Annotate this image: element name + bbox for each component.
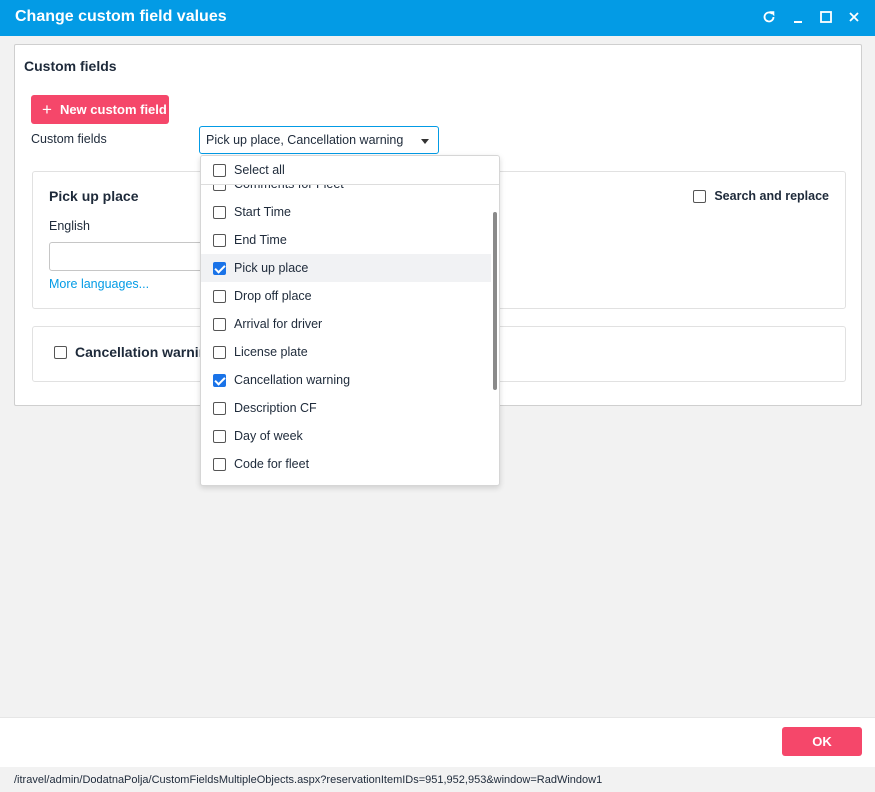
dropdown-scrollbar[interactable] (493, 212, 497, 390)
status-bar: /itravel/admin/DodatnaPolja/CustomFields… (0, 767, 875, 792)
dropdown-option-label: License plate (234, 345, 308, 359)
dialog-footer: OK (0, 717, 875, 767)
checkbox-icon (213, 345, 226, 359)
dropdown-option[interactable]: Drop off place (201, 282, 491, 310)
checkbox-icon (213, 289, 226, 303)
caret-down-icon (421, 139, 429, 144)
checkbox-icon (213, 429, 226, 443)
close-icon[interactable] (843, 6, 865, 28)
ok-button[interactable]: OK (782, 727, 862, 756)
dropdown-option-label: Description CF (234, 401, 317, 415)
dropdown-option-label: Day of week (234, 429, 303, 443)
dropdown-option-label: Pick up place (234, 261, 309, 275)
dropdown-option[interactable]: End Time (201, 226, 491, 254)
minimize-icon[interactable] (787, 6, 809, 28)
pick-up-place-heading: Pick up place (49, 188, 139, 204)
dropdown-option-label: Arrival for driver (234, 317, 323, 331)
dropdown-option-label: Start Time (234, 205, 291, 219)
dropdown-options-list: Comments for Fleet Start Time End Time P… (201, 170, 491, 487)
dropdown-option[interactable]: Day of week (201, 422, 491, 450)
dropdown-option[interactable]: Description CF (201, 394, 491, 422)
checkbox-icon (213, 205, 226, 219)
cancellation-warning-label: Cancellation warning (75, 344, 216, 360)
select-all-option[interactable]: Select all (201, 156, 499, 185)
window-title: Change custom field values (15, 8, 227, 25)
language-label: English (49, 219, 90, 233)
checkbox-icon (213, 163, 226, 177)
checkbox-icon (213, 486, 226, 487)
dropdown-option[interactable]: Code for fleet (201, 450, 491, 478)
panel-title: Custom fields (24, 58, 117, 74)
dropdown-option[interactable]: Start Time (201, 198, 491, 226)
dropdown-option[interactable]: Cancellation warning (201, 366, 491, 394)
checkbox-icon (693, 189, 707, 203)
dropdown-option[interactable]: License plate (201, 338, 491, 366)
dropdown-option-label: Code for fleet (234, 457, 310, 471)
new-custom-field-label: New custom field (59, 102, 167, 117)
dropdown-option-label: End Time (234, 233, 287, 247)
checkbox-icon (213, 401, 226, 415)
pick-up-place-input[interactable] (49, 242, 209, 271)
checkbox-icon (213, 233, 226, 247)
status-url: /itravel/admin/DodatnaPolja/CustomFields… (14, 774, 603, 786)
search-and-replace-label: Search and replace (714, 189, 829, 203)
dropdown-option[interactable]: Pick up place (201, 254, 491, 282)
checkbox-icon (213, 317, 226, 331)
refresh-icon[interactable] (758, 6, 780, 28)
plus-icon: + (42, 100, 52, 119)
new-custom-field-button[interactable]: + New custom field (31, 95, 169, 124)
custom-fields-select-value: Pick up place, Cancellation warning (206, 133, 404, 147)
select-all-label: Select all (234, 163, 285, 177)
dropdown-option-label: Drop off place (234, 289, 312, 303)
cancellation-warning-checkbox[interactable]: Cancellation warning (54, 344, 216, 360)
checkbox-icon (54, 345, 67, 359)
dropdown-option[interactable] (201, 478, 491, 487)
custom-fields-select[interactable]: Pick up place, Cancellation warning (199, 126, 439, 154)
checkbox-checked-icon (213, 373, 226, 387)
more-languages-link[interactable]: More languages... (49, 277, 149, 291)
search-and-replace-checkbox[interactable]: Search and replace (693, 189, 829, 203)
title-bar: Change custom field values (0, 0, 875, 36)
checkbox-checked-icon (213, 261, 226, 275)
dropdown-option[interactable]: Arrival for driver (201, 310, 491, 338)
custom-fields-dropdown: Select all Comments for Fleet Start Time… (200, 155, 500, 486)
checkbox-icon (213, 457, 226, 471)
maximize-icon[interactable] (815, 6, 837, 28)
dropdown-option-label: Cancellation warning (234, 373, 351, 387)
custom-fields-label: Custom fields (31, 132, 107, 146)
